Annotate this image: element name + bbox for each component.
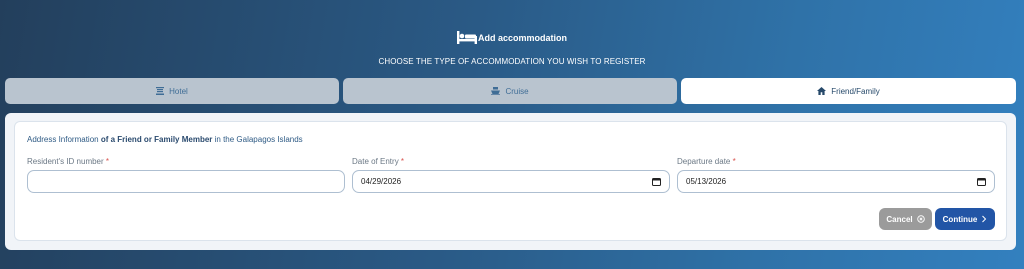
calendar-icon[interactable] <box>652 177 661 188</box>
date-of-entry-input[interactable]: 04/29/2026 <box>352 170 670 193</box>
tab-hotel-label: Hotel <box>169 86 188 96</box>
continue-button[interactable]: Continue <box>935 208 995 230</box>
ship-icon <box>491 87 505 95</box>
tab-friend-family-label: Friend/Family <box>831 86 880 96</box>
cancel-circle-icon <box>913 215 925 223</box>
date-of-entry-label: Date of Entry * <box>352 157 405 166</box>
address-form-card: Address Information of a Friend or Famil… <box>14 121 1007 241</box>
bed-icon <box>456 31 478 44</box>
page-subtitle: CHOOSE THE TYPE OF ACCOMMODATION YOU WIS… <box>378 57 646 66</box>
page-title: Add accommodation <box>477 32 567 43</box>
tab-cruise-label: Cruise <box>505 86 529 96</box>
departure-date-input[interactable]: 05/13/2026 <box>677 170 995 193</box>
form-info-text: Address Information of a Friend or Famil… <box>27 135 303 144</box>
tab-hotel[interactable]: Hotel <box>5 78 339 104</box>
calendar-icon[interactable] <box>977 177 986 188</box>
tab-cruise[interactable]: Cruise <box>343 78 677 104</box>
resident-id-input[interactable] <box>27 170 345 193</box>
tab-friend-family[interactable]: Friend/Family <box>681 78 1016 104</box>
form-panel: Address Information of a Friend or Famil… <box>5 113 1016 250</box>
cancel-button[interactable]: Cancel <box>879 208 932 230</box>
departure-date-label: Departure date * <box>677 157 736 166</box>
page-header: Add accommodation <box>0 31 1024 44</box>
chevron-right-icon <box>977 215 987 223</box>
resident-id-label: Resident's ID number * <box>27 157 110 166</box>
hotel-icon <box>156 87 169 95</box>
accommodation-tabs: Hotel Cruise Friend/Family <box>5 78 1016 104</box>
house-icon <box>817 87 831 95</box>
